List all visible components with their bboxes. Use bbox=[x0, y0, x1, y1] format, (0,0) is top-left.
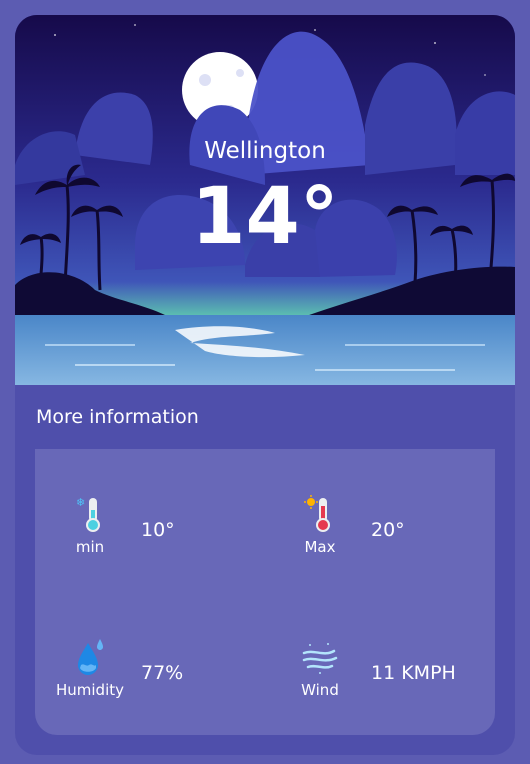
city-name: Wellington bbox=[204, 138, 326, 164]
stat-min: ❄ min 10° bbox=[45, 492, 245, 562]
stat-label: Wind bbox=[301, 681, 339, 699]
info-panel: ❄ min 10° Max 20° Humidity 77% Wind 11 K… bbox=[35, 449, 495, 735]
current-temperature: 14° bbox=[191, 172, 339, 262]
stat-label: min bbox=[75, 538, 105, 556]
stat-humidity: Humidity 77% bbox=[45, 635, 245, 705]
stat-label: Humidity bbox=[55, 681, 124, 699]
humidity-drop-icon bbox=[45, 635, 135, 679]
stat-value: 77% bbox=[141, 662, 184, 684]
stat-wind: Wind 11 KMPH bbox=[275, 635, 475, 705]
thermometer-cold-icon: ❄ bbox=[45, 492, 135, 536]
stat-label: Max bbox=[304, 538, 336, 556]
weather-card: Wellington 14° More information ❄ min 10… bbox=[15, 15, 515, 755]
stat-value: 20° bbox=[371, 519, 405, 541]
stat-value: 10° bbox=[141, 519, 175, 541]
weather-hero-image: Wellington 14° bbox=[15, 15, 515, 385]
wind-icon bbox=[275, 635, 365, 679]
more-information-heading: More information bbox=[36, 406, 199, 428]
svg-text:❄: ❄ bbox=[76, 496, 85, 509]
stat-max: Max 20° bbox=[275, 492, 475, 562]
thermometer-hot-icon bbox=[275, 492, 365, 536]
stat-value: 11 KMPH bbox=[371, 662, 456, 684]
